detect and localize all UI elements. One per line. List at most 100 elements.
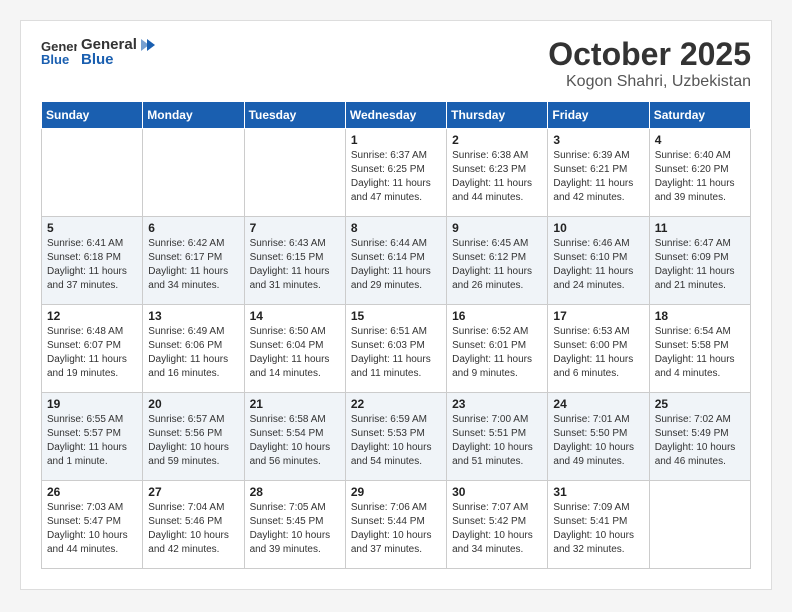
calendar-cell: 7Sunrise: 6:43 AM Sunset: 6:15 PM Daylig… <box>244 217 345 305</box>
day-number: 23 <box>452 397 542 411</box>
day-info: Sunrise: 6:39 AM Sunset: 6:21 PM Dayligh… <box>553 149 643 205</box>
header-row: SundayMondayTuesdayWednesdayThursdayFrid… <box>42 102 751 129</box>
day-info: Sunrise: 6:51 AM Sunset: 6:03 PM Dayligh… <box>351 325 441 381</box>
calendar-cell: 2 Sunrise: 6:38 AM Sunset: 6:23 PM Daylig… <box>447 129 548 217</box>
calendar-cell: 22Sunrise: 6:59 AM Sunset: 5:53 PM Dayli… <box>345 393 446 481</box>
calendar-table: SundayMondayTuesdayWednesdayThursdayFrid… <box>41 101 751 569</box>
day-header-tuesday: Tuesday <box>244 102 345 129</box>
day-info: Sunrise: 7:07 AM Sunset: 5:42 PM Dayligh… <box>452 501 542 557</box>
day-number: 28 <box>250 485 340 499</box>
calendar-cell <box>143 129 244 217</box>
day-info: Sunrise: 6:49 AM Sunset: 6:06 PM Dayligh… <box>148 325 238 381</box>
day-number: 12 <box>47 309 137 323</box>
calendar-cell: 30 Sunrise: 7:07 AM Sunset: 5:42 PM Dayli… <box>447 481 548 569</box>
day-info: Sunrise: 6:43 AM Sunset: 6:15 PM Dayligh… <box>250 237 340 293</box>
day-number: 9 <box>452 221 542 235</box>
week-row-1: 1 Sunrise: 6:37 AM Sunset: 6:25 PM Daylig… <box>42 129 751 217</box>
day-number: 4 <box>655 133 745 147</box>
calendar-cell: 10Sunrise: 6:46 AM Sunset: 6:10 PM Dayli… <box>548 217 649 305</box>
calendar-cell <box>244 129 345 217</box>
day-info: Sunrise: 6:52 AM Sunset: 6:01 PM Dayligh… <box>452 325 542 381</box>
day-number: 2 <box>452 133 542 147</box>
day-info: Sunrise: 7:09 AM Sunset: 5:41 PM Dayligh… <box>553 501 643 557</box>
calendar-cell: 1 Sunrise: 6:37 AM Sunset: 6:25 PM Daylig… <box>345 129 446 217</box>
day-number: 24 <box>553 397 643 411</box>
day-info: Sunrise: 6:41 AM Sunset: 6:18 PM Dayligh… <box>47 237 137 293</box>
calendar-cell: 28 Sunrise: 7:05 AM Sunset: 5:45 PM Dayli… <box>244 481 345 569</box>
day-number: 13 <box>148 309 238 323</box>
day-info: Sunrise: 7:05 AM Sunset: 5:45 PM Dayligh… <box>250 501 340 557</box>
week-row-3: 12 Sunrise: 6:48 AM Sunset: 6:07 PM Dayli… <box>42 305 751 393</box>
day-number: 19 <box>47 397 137 411</box>
day-info: Sunrise: 7:04 AM Sunset: 5:46 PM Dayligh… <box>148 501 238 557</box>
day-number: 1 <box>351 133 441 147</box>
day-info: Sunrise: 6:57 AM Sunset: 5:56 PM Dayligh… <box>148 413 238 469</box>
calendar-cell: 26Sunrise: 7:03 AM Sunset: 5:47 PM Dayli… <box>42 481 143 569</box>
day-header-sunday: Sunday <box>42 102 143 129</box>
day-number: 16 <box>452 309 542 323</box>
day-number: 15 <box>351 309 441 323</box>
logo: General Blue General Blue <box>41 36 157 68</box>
calendar-cell: 4 Sunrise: 6:40 AM Sunset: 6:20 PM Daylig… <box>649 129 750 217</box>
day-info: Sunrise: 7:06 AM Sunset: 5:44 PM Dayligh… <box>351 501 441 557</box>
day-number: 25 <box>655 397 745 411</box>
calendar-cell: 9 Sunrise: 6:45 AM Sunset: 6:12 PM Daylig… <box>447 217 548 305</box>
calendar-cell: 17Sunrise: 6:53 AM Sunset: 6:00 PM Dayli… <box>548 305 649 393</box>
day-number: 30 <box>452 485 542 499</box>
day-header-saturday: Saturday <box>649 102 750 129</box>
day-number: 6 <box>148 221 238 235</box>
day-number: 17 <box>553 309 643 323</box>
header: General Blue General Blue October 2025 K… <box>41 36 751 91</box>
day-number: 29 <box>351 485 441 499</box>
day-info: Sunrise: 6:45 AM Sunset: 6:12 PM Dayligh… <box>452 237 542 293</box>
day-number: 21 <box>250 397 340 411</box>
day-number: 14 <box>250 309 340 323</box>
week-row-2: 5Sunrise: 6:41 AM Sunset: 6:18 PM Daylig… <box>42 217 751 305</box>
day-number: 31 <box>553 485 643 499</box>
day-info: Sunrise: 6:55 AM Sunset: 5:57 PM Dayligh… <box>47 413 137 469</box>
day-header-wednesday: Wednesday <box>345 102 446 129</box>
day-info: Sunrise: 6:46 AM Sunset: 6:10 PM Dayligh… <box>553 237 643 293</box>
logo-icon: General Blue <box>41 37 77 67</box>
day-info: Sunrise: 7:03 AM Sunset: 5:47 PM Dayligh… <box>47 501 137 557</box>
calendar-cell: 21 Sunrise: 6:58 AM Sunset: 5:54 PM Dayli… <box>244 393 345 481</box>
day-header-monday: Monday <box>143 102 244 129</box>
calendar-cell: 11Sunrise: 6:47 AM Sunset: 6:09 PM Dayli… <box>649 217 750 305</box>
day-info: Sunrise: 6:44 AM Sunset: 6:14 PM Dayligh… <box>351 237 441 293</box>
calendar-cell: 14Sunrise: 6:50 AM Sunset: 6:04 PM Dayli… <box>244 305 345 393</box>
day-info: Sunrise: 7:01 AM Sunset: 5:50 PM Dayligh… <box>553 413 643 469</box>
day-header-thursday: Thursday <box>447 102 548 129</box>
calendar-cell: 12 Sunrise: 6:48 AM Sunset: 6:07 PM Dayli… <box>42 305 143 393</box>
day-info: Sunrise: 6:38 AM Sunset: 6:23 PM Dayligh… <box>452 149 542 205</box>
calendar-cell: 8 Sunrise: 6:44 AM Sunset: 6:14 PM Daylig… <box>345 217 446 305</box>
day-info: Sunrise: 6:48 AM Sunset: 6:07 PM Dayligh… <box>47 325 137 381</box>
calendar-cell: 13 Sunrise: 6:49 AM Sunset: 6:06 PM Dayli… <box>143 305 244 393</box>
logo-chevron-icon <box>139 38 157 52</box>
calendar-cell: 3Sunrise: 6:39 AM Sunset: 6:21 PM Daylig… <box>548 129 649 217</box>
day-number: 20 <box>148 397 238 411</box>
calendar-cell: 5Sunrise: 6:41 AM Sunset: 6:18 PM Daylig… <box>42 217 143 305</box>
svg-text:Blue: Blue <box>41 52 69 67</box>
calendar-cell <box>42 129 143 217</box>
day-info: Sunrise: 6:37 AM Sunset: 6:25 PM Dayligh… <box>351 149 441 205</box>
day-info: Sunrise: 6:47 AM Sunset: 6:09 PM Dayligh… <box>655 237 745 293</box>
logo-blue: Blue <box>81 51 157 68</box>
day-info: Sunrise: 6:42 AM Sunset: 6:17 PM Dayligh… <box>148 237 238 293</box>
day-info: Sunrise: 6:59 AM Sunset: 5:53 PM Dayligh… <box>351 413 441 469</box>
calendar-cell: 18Sunrise: 6:54 AM Sunset: 5:58 PM Dayli… <box>649 305 750 393</box>
calendar-cell <box>649 481 750 569</box>
calendar-cell: 16 Sunrise: 6:52 AM Sunset: 6:01 PM Dayli… <box>447 305 548 393</box>
day-info: Sunrise: 6:58 AM Sunset: 5:54 PM Dayligh… <box>250 413 340 469</box>
location-subtitle: Kogon Shahri, Uzbekistan <box>548 73 751 91</box>
calendar-cell: 24 Sunrise: 7:01 AM Sunset: 5:50 PM Dayli… <box>548 393 649 481</box>
day-info: Sunrise: 6:40 AM Sunset: 6:20 PM Dayligh… <box>655 149 745 205</box>
day-number: 27 <box>148 485 238 499</box>
calendar-cell: 19 Sunrise: 6:55 AM Sunset: 5:57 PM Dayli… <box>42 393 143 481</box>
day-number: 8 <box>351 221 441 235</box>
calendar-container: General Blue General Blue October 2025 K… <box>20 20 772 590</box>
calendar-cell: 6 Sunrise: 6:42 AM Sunset: 6:17 PM Daylig… <box>143 217 244 305</box>
title-block: October 2025 Kogon Shahri, Uzbekistan <box>548 36 751 91</box>
day-info: Sunrise: 7:00 AM Sunset: 5:51 PM Dayligh… <box>452 413 542 469</box>
day-header-friday: Friday <box>548 102 649 129</box>
day-number: 18 <box>655 309 745 323</box>
